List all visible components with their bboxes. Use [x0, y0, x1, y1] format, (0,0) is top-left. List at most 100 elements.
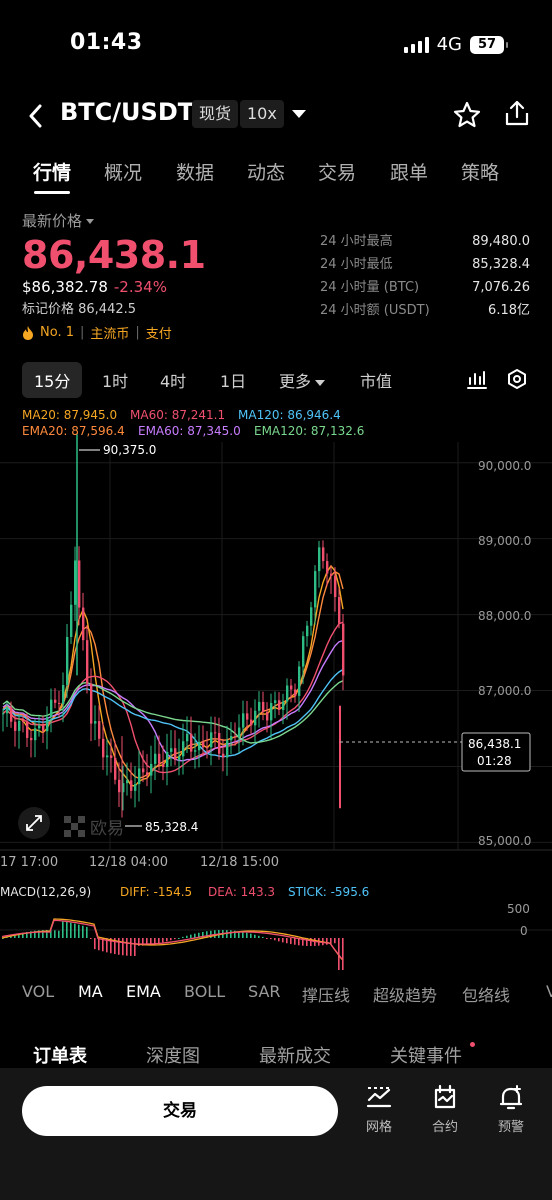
alert-label: 预警 [497, 1120, 524, 1135]
candle [38, 725, 41, 729]
favorite-star-icon[interactable] [452, 100, 482, 130]
alert-button[interactable]: 预警 [486, 1084, 536, 1135]
macd-bar [274, 938, 276, 941]
ind-more[interactable]: V [546, 982, 552, 1001]
candle [162, 763, 165, 768]
legend-ma60: MA60: 87,241.1 [130, 408, 225, 422]
pair-dropdown-icon[interactable] [292, 110, 306, 118]
candle [106, 755, 109, 758]
candle [46, 716, 49, 732]
macd-bar [282, 938, 284, 943]
macd-bar [226, 930, 228, 938]
chevron-down-icon [86, 219, 95, 224]
candle [58, 702, 61, 704]
candle [214, 732, 217, 734]
candle [282, 701, 285, 710]
stat-high: 24 小时最高 89,480.0 [320, 232, 530, 255]
bell-alert-icon [499, 1085, 523, 1110]
tab-trades[interactable]: 最新成交 [259, 1042, 331, 1068]
grid-button[interactable]: 网格 [354, 1084, 404, 1135]
candle [94, 721, 97, 724]
tab-market[interactable]: 行情 [33, 158, 71, 185]
interval-15m[interactable]: 15分 [22, 362, 83, 398]
trade-button[interactable]: 交易 [22, 1086, 338, 1136]
tab-depth[interactable]: 深度图 [146, 1042, 200, 1068]
tab-orderbook[interactable]: 订单表 [33, 1042, 87, 1068]
back-arrow-icon[interactable] [26, 100, 46, 132]
indicator-settings-icon[interactable] [466, 368, 488, 390]
interval-4h[interactable]: 4时 [160, 368, 186, 392]
rank-tag[interactable]: No. 1 [40, 325, 74, 340]
24h-stats: 24 小时最高 89,480.0 24 小时最低 85,328.4 24 小时量 (… [320, 232, 530, 324]
tab-news[interactable]: 动态 [247, 158, 285, 185]
interval-more-label: 更多 [279, 372, 312, 391]
low-label: 85,328.4 [145, 820, 198, 834]
macd-label: MACD(12,26,9) [0, 885, 91, 899]
candle [90, 683, 93, 724]
market-cap-button[interactable]: 市值 [360, 368, 392, 392]
candle [230, 736, 233, 741]
interval-more[interactable]: 更多 [279, 368, 326, 392]
x-tick-2: 12/18 04:00 [89, 855, 168, 870]
contract-button[interactable]: 合约 [420, 1084, 470, 1135]
share-icon[interactable] [503, 98, 531, 128]
macd-bar [130, 938, 132, 956]
stat-low: 24 小时最低 85,328.4 [320, 255, 530, 278]
candle [222, 753, 225, 758]
macd-bar [290, 938, 292, 945]
last-price-label[interactable]: 最新价格 [22, 210, 282, 231]
tag-row: No. 1 | 主流币 | 支付 [22, 323, 282, 342]
macd-bar [246, 932, 248, 938]
stat-value: 7,076.26 [472, 280, 530, 295]
tab-copytrade[interactable]: 跟单 [390, 158, 428, 185]
usd-price-row: $86,382.78 -2.34% [22, 278, 282, 296]
category-tag[interactable]: 主流币 [90, 323, 129, 342]
candle [166, 751, 169, 768]
ind-ma[interactable]: MA [78, 982, 103, 1001]
payment-tag[interactable]: 支付 [146, 323, 172, 342]
candle [70, 604, 73, 637]
candle [138, 768, 141, 785]
tab-data[interactable]: 数据 [176, 158, 214, 185]
interval-1h[interactable]: 1时 [102, 368, 128, 392]
tab-trade[interactable]: 交易 [318, 158, 356, 185]
candle [246, 713, 249, 720]
tab-strategy[interactable]: 策略 [461, 158, 499, 185]
tab-overview[interactable]: 概况 [104, 158, 142, 185]
ind-boll[interactable]: BOLL [184, 982, 225, 1001]
ind-vol[interactable]: VOL [22, 982, 54, 1001]
stat-label: 24 小时量 (BTC) [320, 280, 420, 295]
stat-label: 24 小时额 (USDT) [320, 303, 430, 318]
candle [286, 685, 289, 702]
candle [218, 732, 221, 754]
ind-envelope[interactable]: 包络线 [462, 982, 510, 1006]
candle [50, 699, 53, 717]
price-change: -2.34% [113, 278, 167, 296]
pair-title[interactable]: BTC/USDT [60, 98, 194, 126]
chart-settings-icon[interactable] [506, 368, 528, 390]
ind-support[interactable]: 撑压线 [302, 982, 350, 1006]
ind-sar[interactable]: SAR [248, 982, 281, 1001]
macd-bar [262, 936, 264, 938]
ind-ema[interactable]: EMA [126, 982, 161, 1001]
candle [74, 560, 77, 605]
interval-1d[interactable]: 1日 [220, 368, 246, 392]
macd-tick-500: 500 [507, 902, 530, 916]
candle [314, 571, 317, 608]
macd-bar [170, 938, 172, 941]
last-price-label-text: 最新价格 [22, 212, 83, 230]
pair-header: BTC/USDT 现货 10x [0, 96, 552, 136]
tab-events[interactable]: 关键事件 [390, 1042, 462, 1068]
macd-panel[interactable]: MACD(12,26,9) DIFF: -154.5 DEA: 143.3 ST… [0, 880, 552, 970]
y-tick-87000: 87,000.0 [478, 684, 531, 698]
ma-line [2, 564, 344, 787]
ind-supertrend[interactable]: 超级趋势 [373, 982, 437, 1006]
macd-bar [94, 938, 96, 950]
macd-bar [286, 938, 288, 944]
legend-ema20: EMA20: 87,596.4 [22, 424, 125, 438]
network-type: 4G [436, 34, 462, 55]
contract-icon [434, 1084, 456, 1109]
macd-bar [74, 923, 76, 938]
candlestick-chart[interactable]: MA20: 87,945.0 MA60: 87,241.1 MA120: 86,… [0, 402, 552, 882]
macd-bar [86, 926, 88, 938]
